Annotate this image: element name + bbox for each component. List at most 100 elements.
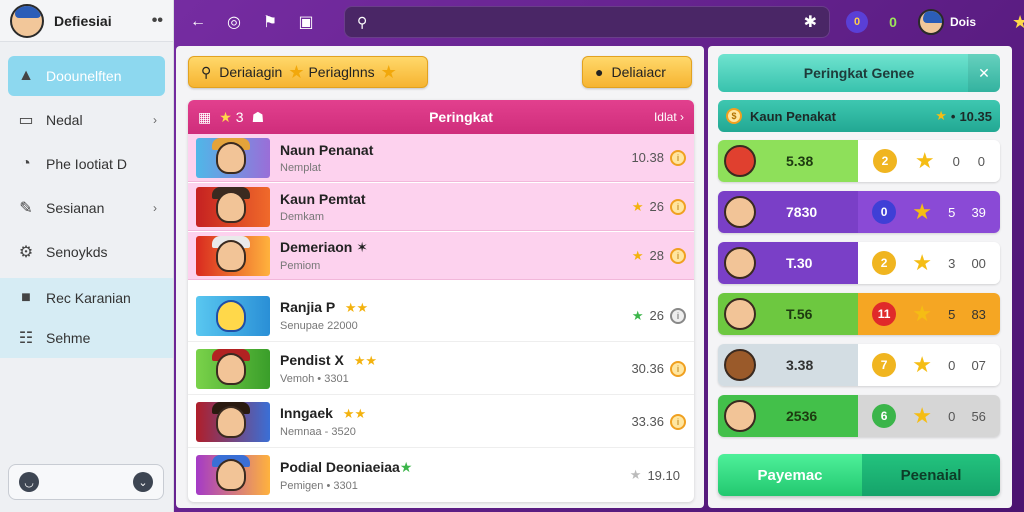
grid-icon[interactable]: ▦ (198, 109, 211, 126)
row-name: Demeriaon ✶ (280, 239, 626, 256)
summary-bullet: • (950, 108, 956, 124)
star-icon: ★ (912, 301, 932, 326)
leaderboard-row[interactable]: 2536 6 ★ 0 56 (718, 395, 1000, 437)
row-name-text: Inngaek (280, 405, 333, 421)
coin-icon: $ (726, 108, 742, 124)
coin-icon: i (670, 360, 686, 377)
play-button[interactable]: Payemac (718, 454, 862, 496)
sidebar-item-5[interactable]: ⚙ Senoykds (8, 232, 165, 272)
star-icon: ★ (399, 458, 413, 475)
row-value: 26 (649, 308, 664, 323)
secondary-button[interactable]: Peenaial (862, 454, 1000, 496)
avatar[interactable] (10, 3, 44, 38)
row-name-text: Demeriaon (280, 239, 353, 255)
row-a: 0 (948, 408, 956, 424)
app-title: Defiesiai (54, 12, 112, 29)
chat-icon[interactable]: ◎ (222, 10, 246, 34)
more-icon[interactable]: •• (152, 12, 163, 30)
notification-badge[interactable]: 0 (846, 11, 868, 33)
ranking-count: 3 (235, 109, 244, 125)
leaderboard-row[interactable]: T.56 11 ★ 5 83 (718, 293, 1000, 335)
star-icon: ★★ (344, 300, 369, 315)
sidebar-item-1[interactable]: ▲ Doounelften (8, 56, 165, 96)
row-sub: Vemoh • 3301 (280, 373, 349, 385)
game-thumbnail (196, 295, 270, 336)
search-input[interactable] (377, 14, 804, 30)
pencil-icon: ✎ (19, 200, 33, 217)
window-icon[interactable]: ▣ (294, 10, 318, 34)
row-name-text: Ranjia P (280, 299, 335, 315)
sidebar-item-7[interactable]: ☷ Sehme (0, 318, 173, 358)
green-counter[interactable]: 0 (882, 11, 904, 33)
sidebar-item-2[interactable]: ▭ Nedal › (8, 100, 165, 140)
close-icon[interactable]: ✕ (968, 54, 1000, 92)
sidebar-footer: ◡ ⌄ (8, 464, 164, 500)
sidebar-item-6[interactable]: ■ Rec Karanian (0, 278, 173, 318)
ranking-row[interactable]: Podial Deoniaeiaa★ Pemigen • 3301 ★ 19.10 (188, 449, 694, 501)
avatar (724, 247, 756, 279)
ranking-row[interactable]: Naun Penanat Nemplat 10.38 i (188, 134, 694, 182)
main-panel: ⚲ Deriaiagin ★ Periaglnns ★ ● Deliaiacr … (176, 46, 704, 508)
topbar-right: 0 0 Dois ★ (846, 6, 1024, 38)
sidebar-item-label: Rec Karanian (46, 290, 131, 306)
ranking-row[interactable]: Kaun Pemtat Demkam ★ 26 i (188, 183, 694, 231)
row-name: Pendist X ★★ (280, 352, 631, 369)
sort-button[interactable]: ● Deliaiacr (582, 56, 692, 88)
row-score: 7830 (786, 204, 818, 220)
back-arrow-icon[interactable]: ← (186, 10, 210, 34)
star-icon: ★ (380, 61, 397, 82)
user-avatar[interactable] (918, 9, 944, 35)
rank-badge: 7 (872, 353, 897, 377)
filter-label: Deriaiagin (219, 64, 283, 80)
game-thumbnail (196, 455, 270, 495)
flag-icon[interactable]: ⚑ (258, 10, 282, 34)
sidebar-item-label: Nedal (46, 112, 83, 128)
info-icon: i (670, 307, 686, 324)
leaderboard-row[interactable]: T.30 2 ★ 3 00 (718, 242, 1000, 284)
row-a: 5 (948, 306, 956, 322)
row-score-cell: 3.38 (718, 344, 858, 386)
star-icon: ★ (914, 148, 935, 173)
chevron-right-icon: › (153, 113, 157, 127)
rank-badge: 2 (872, 149, 897, 173)
star-icon: ★★ (342, 406, 367, 421)
row-name: Kaun Pemtat (280, 190, 366, 207)
leaderboard-row[interactable]: 3.38 7 ★ 0 07 (718, 344, 1000, 386)
row-sub: Nemplat (280, 161, 321, 174)
leaderboard-row[interactable]: 5.38 2 ★ 0 0 (718, 140, 1000, 182)
topbar: ← ◎ ⚑ ▣ ⚲ ✱ 0 0 Dois ★ (174, 0, 1024, 44)
right-panel-header: Peringkat Genee ✕ (718, 54, 1000, 92)
filter-button[interactable]: ⚲ Deriaiagin ★ Periaglnns ★ (188, 56, 428, 88)
sidebar-item-3[interactable]: ◔ Phe Iootiat D (8, 144, 165, 184)
chevron-right-icon[interactable]: › (680, 110, 684, 124)
power-icon[interactable]: ◡ (19, 472, 39, 492)
row-stats: 6 ★ 0 56 (858, 395, 1000, 437)
row-b: 07 (971, 357, 986, 373)
avatar (724, 145, 756, 177)
puzzle-icon[interactable]: ✱ (804, 12, 817, 32)
row-sub: Demkam (280, 210, 325, 223)
ranking-row[interactable]: Ranjia P ★★ Senupae 22000 ★ 26 i (188, 290, 694, 342)
sidebar-item-label: Senoykds (46, 244, 108, 260)
sidebar-item-label: Doounelften (46, 68, 122, 84)
sidebar-item-label: Sehme (46, 330, 91, 346)
ranking-row[interactable]: Demeriaon ✶ Pemiom ★ 28 i (188, 232, 694, 280)
row-score: 5.38 (786, 153, 814, 169)
star-icon: ★ (288, 61, 305, 82)
row-a: 3 (948, 255, 956, 271)
trophy-icon[interactable]: ★ (1008, 10, 1024, 34)
ranking-row[interactable]: Inngaek ★★ Nemnaa - 3520 33.36 i (188, 396, 694, 448)
row-score: 2536 (786, 408, 818, 424)
star-icon: ★ (629, 467, 642, 482)
ranking-link[interactable]: Idlat (654, 110, 677, 124)
row-b: 00 (971, 255, 986, 271)
user-icon: ☗ (251, 108, 265, 125)
leaderboard-row[interactable]: 7830 0 ★ 5 39 (718, 191, 1000, 233)
ranking-row[interactable]: Pendist X ★★ Vemoh • 3301 30.36 i (188, 343, 694, 395)
sidebar-item-4[interactable]: ✎ Sesianan › (8, 188, 165, 228)
game-thumbnail (196, 348, 270, 389)
row-sub: Pemigen • 3301 (280, 479, 358, 492)
chevron-down-icon[interactable]: ⌄ (133, 472, 153, 492)
sidebar-item-label: Phe Iootiat D (46, 156, 127, 172)
row-stats: 2 ★ 0 0 (858, 140, 1000, 182)
